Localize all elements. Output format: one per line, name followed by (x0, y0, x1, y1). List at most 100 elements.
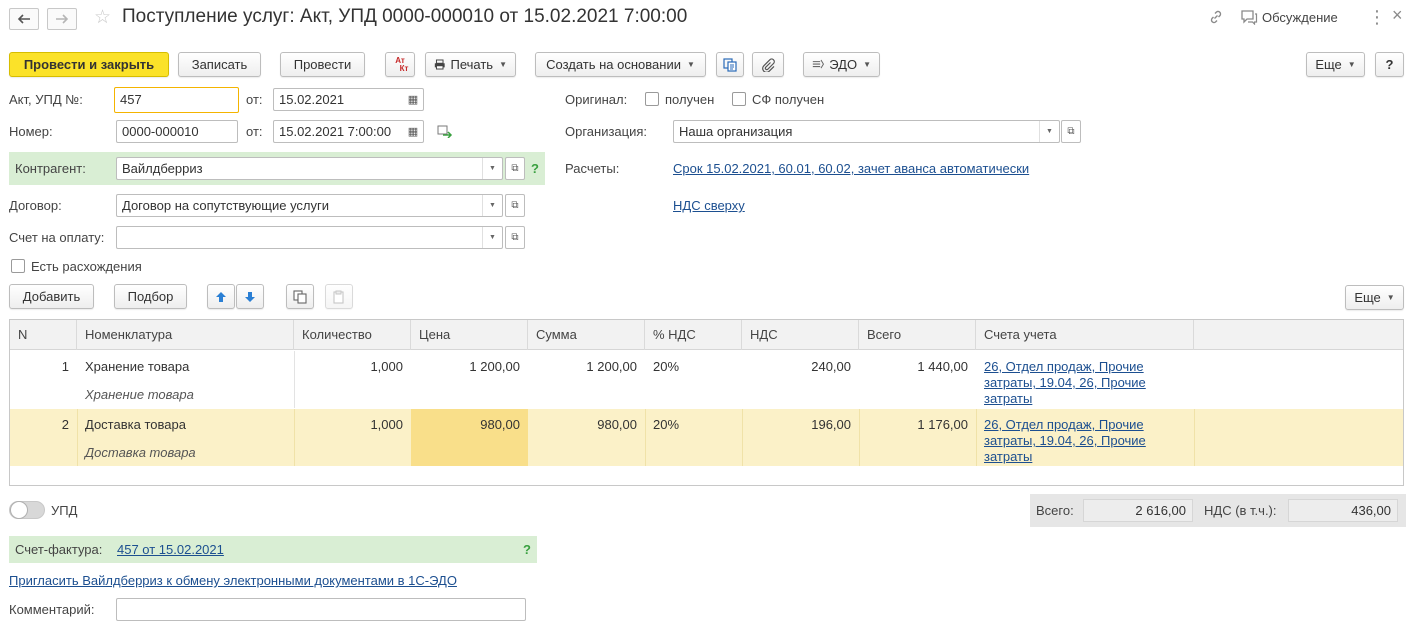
quantity-cell[interactable]: 1,000 (294, 417, 403, 432)
accounts-link-line[interactable]: 26, Отдел продаж, Прочие (984, 359, 1144, 375)
move-up-button[interactable] (207, 284, 235, 309)
post-and-close-button[interactable]: Провести и закрыть (9, 52, 169, 77)
received-checkbox[interactable] (645, 92, 659, 106)
post-button[interactable]: Провести (280, 52, 365, 77)
number-date-input[interactable]: 15.02.2021 7:00:00 ▦ (273, 120, 424, 143)
nomenclature-name[interactable]: Доставка товара (85, 417, 186, 432)
help-button[interactable]: ? (1375, 52, 1404, 77)
dt-kt-icon-bottom: Кт (399, 63, 409, 73)
column-header-accounts[interactable]: Счета учета (976, 320, 1194, 350)
act-number-input[interactable]: 457 (114, 87, 239, 113)
save-button[interactable]: Записать (178, 52, 261, 77)
upd-toggle[interactable] (9, 501, 45, 519)
column-divider (976, 409, 977, 466)
column-header-sum[interactable]: Сумма (528, 320, 645, 350)
calendar-icon[interactable]: ▦ (403, 121, 423, 142)
column-header-nomenclature[interactable]: Номенклатура (77, 320, 294, 350)
forward-button[interactable] (47, 8, 77, 30)
history-arrow-icon[interactable] (437, 124, 453, 141)
price-cell[interactable]: 980,00 (411, 417, 520, 432)
contract-open-button[interactable]: ⧉ (505, 194, 525, 217)
calendar-icon[interactable]: ▦ (403, 89, 423, 110)
add-row-button[interactable]: Добавить (9, 284, 94, 309)
paste-rows-button[interactable] (325, 284, 353, 309)
more-button[interactable]: Еще ▼ (1306, 52, 1365, 77)
column-header-n[interactable]: N (10, 320, 77, 350)
link-icon[interactable] (1208, 9, 1224, 29)
edo-icon (812, 59, 825, 69)
create-based-on-button[interactable]: Создать на основании ▼ (535, 52, 706, 77)
sf-received-checkbox[interactable] (732, 92, 746, 106)
column-header-total[interactable]: Всего (859, 320, 976, 350)
accounts-link-line[interactable]: затраты (984, 391, 1032, 407)
chevron-down-icon[interactable]: ▼ (482, 227, 502, 248)
move-down-button[interactable] (236, 284, 264, 309)
row-number: 2 (61, 417, 69, 432)
vat-cell[interactable]: 240,00 (742, 359, 851, 374)
table-row[interactable]: 1 Хранение товара Хранение товара 1,000 … (10, 351, 1403, 408)
total-cell[interactable]: 1 176,00 (859, 417, 968, 432)
sum-cell[interactable]: 980,00 (528, 417, 637, 432)
nomenclature-name[interactable]: Хранение товара (85, 359, 189, 374)
settlements-label: Расчеты: (565, 161, 620, 176)
invoice-for-payment-select[interactable]: ▼ (116, 226, 503, 249)
vat-cell[interactable]: 196,00 (742, 417, 851, 432)
invoice-link[interactable]: 457 от 15.02.2021 (117, 542, 224, 557)
pick-button[interactable]: Подбор (114, 284, 187, 309)
quantity-cell[interactable]: 1,000 (294, 359, 403, 374)
accounts-link-line[interactable]: затраты, 19.04, 26, Прочие (984, 375, 1146, 391)
print-button[interactable]: Печать ▼ (425, 52, 516, 77)
discussion-icon[interactable] (1240, 9, 1258, 29)
invite-edo-link[interactable]: Пригласить Вайлдберриз к обмену электрон… (9, 573, 457, 588)
vat-total-value: 436,00 (1288, 499, 1398, 522)
organization-open-button[interactable]: ⧉ (1061, 120, 1081, 143)
total-value: 2 616,00 (1083, 499, 1193, 522)
nomenclature-content[interactable]: Хранение товара (85, 387, 194, 402)
act-date-input[interactable]: 15.02.2021 ▦ (273, 88, 424, 111)
discussion-label[interactable]: Обсуждение (1262, 10, 1338, 25)
nomenclature-content[interactable]: Доставка товара (85, 445, 196, 460)
accounts-link-line[interactable]: 26, Отдел продаж, Прочие (984, 417, 1144, 433)
comment-input[interactable] (116, 598, 526, 621)
number-date-value: 15.02.2021 7:00:00 (279, 124, 392, 139)
number-input[interactable]: 0000-000010 (116, 120, 238, 143)
chevron-down-icon[interactable]: ▼ (482, 158, 502, 179)
dt-kt-button[interactable]: Ат Кт (385, 52, 415, 77)
chevron-down-icon[interactable]: ▼ (482, 195, 502, 216)
close-icon[interactable]: × (1392, 5, 1403, 26)
copy-rows-button[interactable] (286, 284, 314, 309)
arrow-down-icon (245, 291, 255, 302)
printer-icon (434, 59, 445, 70)
edo-button[interactable]: ЭДО ▼ (803, 52, 880, 77)
contract-select[interactable]: Договор на сопутствующие услуги ▼ (116, 194, 503, 217)
column-header-vat-rate[interactable]: % НДС (645, 320, 742, 350)
favorite-star-icon[interactable]: ☆ (94, 6, 111, 29)
invoice-help-icon[interactable]: ? (523, 542, 531, 557)
table-more-button[interactable]: Еще ▼ (1345, 285, 1404, 310)
column-header-vat[interactable]: НДС (742, 320, 859, 350)
invoice-for-payment-open-button[interactable]: ⧉ (505, 226, 525, 249)
accounts-link-line[interactable]: затраты, 19.04, 26, Прочие (984, 433, 1146, 449)
attach-files-button[interactable] (752, 52, 784, 77)
discrepancy-checkbox[interactable] (11, 259, 25, 273)
counterparty-open-button[interactable]: ⧉ (505, 157, 525, 180)
more-vertical-icon[interactable]: ⋮ (1368, 7, 1386, 28)
organization-select[interactable]: Наша организация ▼ (673, 120, 1060, 143)
counterparty-select[interactable]: Вайлдберриз ▼ (116, 157, 503, 180)
counterparty-help-icon[interactable]: ? (531, 161, 539, 176)
column-header-quantity[interactable]: Количество (294, 320, 411, 350)
total-cell[interactable]: 1 440,00 (859, 359, 968, 374)
vat-rate-cell[interactable]: 20% (653, 417, 679, 432)
back-button[interactable] (9, 8, 39, 30)
vat-rate-cell[interactable]: 20% (653, 359, 679, 374)
services-table[interactable]: N Номенклатура Количество Цена Сумма % Н… (9, 319, 1404, 486)
structure-button[interactable] (716, 52, 744, 77)
sum-cell[interactable]: 1 200,00 (528, 359, 637, 374)
vat-on-top-link[interactable]: НДС сверху (673, 198, 745, 213)
settlements-link[interactable]: Срок 15.02.2021, 60.01, 60.02, зачет ава… (673, 161, 1029, 176)
chevron-down-icon[interactable]: ▼ (1039, 121, 1059, 142)
table-row-selected[interactable]: 2 Доставка товара Доставка товара 1,000 … (10, 409, 1403, 466)
price-cell[interactable]: 1 200,00 (411, 359, 520, 374)
accounts-link-line[interactable]: затраты (984, 449, 1032, 465)
column-header-price[interactable]: Цена (411, 320, 528, 350)
